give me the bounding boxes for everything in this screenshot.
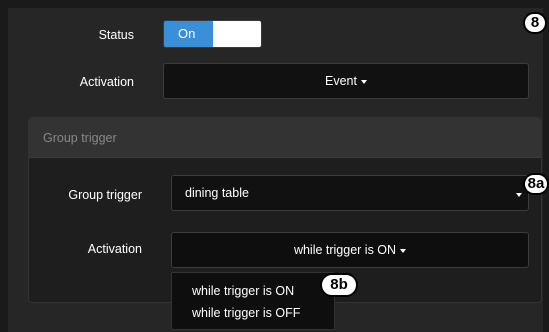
group-activation-label: Activation [87, 242, 142, 256]
callout-badge-8b: 8b [320, 273, 358, 297]
menu-item-while-off[interactable]: while trigger is OFF [172, 302, 334, 324]
callout-badge-8: 8 [523, 12, 547, 34]
status-toggle[interactable]: On [163, 20, 262, 48]
group-trigger-dropdown[interactable]: dining table [171, 175, 529, 211]
callout-badge-8a: 8a [523, 173, 549, 195]
group-activation-value: while trigger is ON [293, 243, 397, 257]
caret-down-icon [516, 193, 522, 197]
toggle-on-segment[interactable]: On [164, 21, 213, 47]
panel-header: Group trigger [29, 118, 541, 158]
caret-down-icon [360, 79, 367, 84]
toggle-off-segment[interactable] [212, 21, 261, 47]
group-activation-dropdown[interactable]: while trigger is ON [171, 232, 529, 268]
activation-dropdown[interactable]: Event [163, 63, 529, 99]
status-label: Status [98, 28, 134, 42]
group-trigger-label: Group trigger [68, 188, 142, 202]
activation-label: Activation [79, 75, 134, 89]
activation-value: Event [325, 74, 357, 88]
caret-down-icon [400, 248, 407, 253]
group-trigger-value: dining table [185, 186, 249, 200]
menu-item-while-on[interactable]: while trigger is ON [172, 280, 334, 302]
activation-dropdown-menu: while trigger is ON while trigger is OFF [171, 272, 335, 330]
